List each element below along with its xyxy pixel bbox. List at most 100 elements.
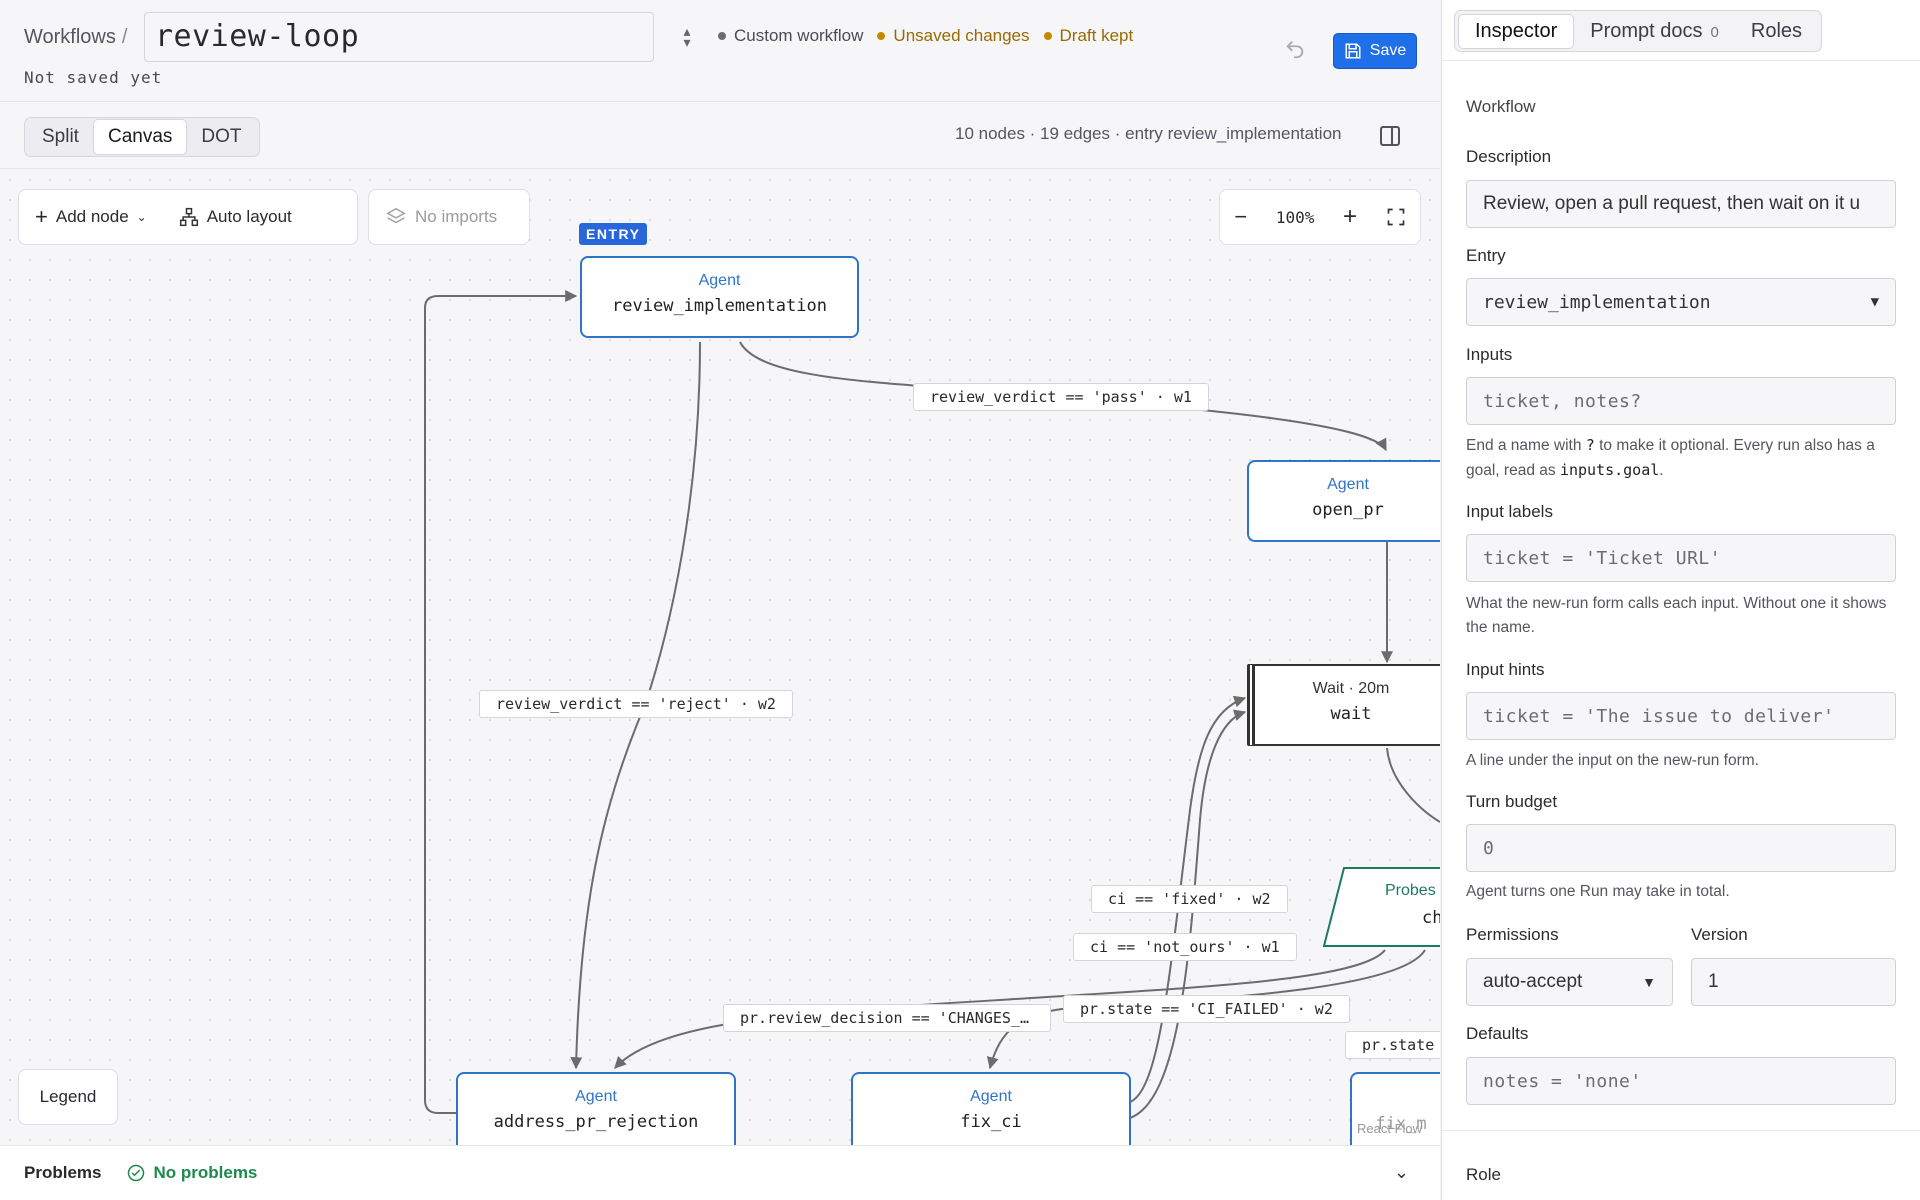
save-button-label: Save bbox=[1369, 42, 1407, 59]
tab-prompt-docs-label: Prompt docs bbox=[1590, 19, 1703, 42]
divider bbox=[1442, 60, 1920, 61]
save-state-text: Not saved yet bbox=[24, 68, 163, 87]
hint-text: . bbox=[1659, 462, 1664, 479]
entry-label: Entry bbox=[1466, 246, 1506, 265]
description-label: Description bbox=[1466, 147, 1552, 166]
legend-button[interactable]: Legend bbox=[18, 1069, 118, 1125]
problems-label: Problems bbox=[24, 1163, 102, 1182]
tab-prompt-docs[interactable]: Prompt docs 0 bbox=[1574, 15, 1735, 48]
add-node-button[interactable]: + Add node ⌄ bbox=[19, 204, 163, 229]
edge-label[interactable]: pr.state bbox=[1345, 1031, 1440, 1059]
input-labels-field[interactable]: ticket = 'Ticket URL' bbox=[1466, 534, 1896, 582]
workflow-status: Custom workflow Unsaved changes Draft ke… bbox=[718, 26, 1133, 46]
permissions-select-value: auto-accept bbox=[1483, 971, 1583, 992]
node-address-pr-rejection[interactable]: Agent address_pr_rejection bbox=[456, 1072, 736, 1145]
chevron-down-icon[interactable]: ⌄ bbox=[1394, 1162, 1409, 1183]
status-label: Draft kept bbox=[1059, 26, 1134, 45]
node-name: ch bbox=[1422, 908, 1440, 928]
status-label: Unsaved changes bbox=[893, 26, 1030, 45]
description-input[interactable]: Review, open a pull request, then wait o… bbox=[1466, 180, 1896, 228]
no-imports-label: No imports bbox=[415, 207, 498, 226]
edge-label[interactable]: ci == 'not_ours' · w1 bbox=[1073, 933, 1297, 961]
section-title: Workflow bbox=[1466, 97, 1536, 116]
node-kind: Agent bbox=[970, 1088, 1012, 1105]
version-label: Version bbox=[1691, 925, 1748, 944]
problems-status-label: No problems bbox=[153, 1163, 258, 1182]
turn-budget-label: Turn budget bbox=[1466, 792, 1558, 811]
fit-view-icon[interactable] bbox=[1386, 207, 1406, 227]
chevron-down-icon: ⌄ bbox=[136, 210, 147, 224]
view-split-tab[interactable]: Split bbox=[28, 120, 93, 154]
input-labels-label: Input labels bbox=[1466, 502, 1553, 521]
edge-label[interactable]: review_verdict == 'reject' · w2 bbox=[479, 690, 793, 718]
zoom-controls: − 100% + bbox=[1219, 189, 1421, 245]
node-name: fix_ci bbox=[960, 1112, 1022, 1132]
node-review-implementation[interactable]: Agent review_implementation bbox=[580, 256, 859, 338]
auto-layout-button[interactable]: Auto layout bbox=[163, 207, 308, 227]
turn-budget-hint: Agent turns one Run may take in total. bbox=[1466, 883, 1730, 900]
node-fix-ci[interactable]: Agent fix_ci bbox=[851, 1072, 1131, 1145]
layers-icon bbox=[386, 207, 406, 224]
permissions-select[interactable]: auto-accept ▼ bbox=[1466, 958, 1673, 1006]
zoom-out-icon[interactable]: − bbox=[1234, 204, 1247, 230]
entry-select-value: review_implementation bbox=[1483, 291, 1711, 313]
chevron-down-icon: ▼ bbox=[1870, 294, 1879, 310]
graph-summary: 10 nodes · 19 edges · entry review_imple… bbox=[955, 124, 1342, 143]
node-wait[interactable]: Wait · 20m wait bbox=[1247, 664, 1440, 746]
node-open-pr[interactable]: Agent open_pr bbox=[1247, 460, 1440, 542]
inputs-field[interactable]: ticket, notes? bbox=[1466, 377, 1896, 425]
status-label: Custom workflow bbox=[734, 26, 864, 45]
input-labels-hint: What the new-run form calls each input. … bbox=[1466, 595, 1887, 636]
undo-icon[interactable] bbox=[1284, 38, 1310, 64]
breadcrumb-separator: / bbox=[121, 26, 128, 48]
edge-label[interactable]: ci == 'fixed' · w2 bbox=[1091, 885, 1288, 913]
check-circle-icon bbox=[128, 1164, 145, 1182]
role-label: Role bbox=[1466, 1165, 1501, 1184]
node-kind: Agent bbox=[575, 1088, 617, 1105]
edge-label[interactable]: pr.state == 'CI_FAILED' · w2 bbox=[1063, 995, 1350, 1023]
view-dot-tab[interactable]: DOT bbox=[187, 120, 255, 154]
version-field[interactable]: 1 bbox=[1691, 958, 1896, 1006]
edge-fix-ci-to-wait-b[interactable] bbox=[1129, 709, 1247, 1119]
defaults-field[interactable]: notes = 'none' bbox=[1466, 1057, 1896, 1105]
workflow-name-input[interactable]: review-loop bbox=[144, 12, 654, 62]
node-kind: Probes bbox=[1385, 882, 1436, 899]
plus-icon: + bbox=[35, 204, 48, 229]
chevron-down-icon: ▼ bbox=[1642, 974, 1656, 990]
toggle-panel-icon[interactable] bbox=[1380, 126, 1400, 146]
status-custom-workflow: Custom workflow bbox=[718, 26, 863, 46]
zoom-in-icon[interactable]: + bbox=[1343, 203, 1357, 231]
edge-wait-to-probes[interactable] bbox=[1386, 747, 1440, 823]
node-probes[interactable] bbox=[1322, 866, 1440, 948]
inputs-label: Inputs bbox=[1466, 345, 1513, 364]
permissions-label: Permissions bbox=[1466, 925, 1559, 944]
edge-label[interactable]: review_verdict == 'pass' · w1 bbox=[913, 383, 1209, 411]
view-canvas-tab[interactable]: Canvas bbox=[92, 119, 188, 155]
prompt-docs-count: 0 bbox=[1710, 23, 1719, 41]
tab-roles[interactable]: Roles bbox=[1735, 15, 1818, 48]
turn-budget-field[interactable]: 0 bbox=[1466, 824, 1896, 872]
chevron-up-down-icon[interactable]: ▴ ▾ bbox=[678, 24, 696, 49]
defaults-label: Defaults bbox=[1466, 1024, 1529, 1043]
node-name: review_implementation bbox=[612, 296, 827, 316]
input-hints-label: Input hints bbox=[1466, 660, 1545, 679]
edge-label[interactable]: pr.review_decision == 'CHANGES_… bbox=[723, 1004, 1051, 1032]
imports-indicator: No imports bbox=[368, 189, 530, 245]
flow-canvas[interactable]: + Add node ⌄ Auto layout No imports − 10… bbox=[0, 170, 1440, 1145]
canvas-toolbar: + Add node ⌄ Auto layout bbox=[18, 189, 358, 245]
node-kind: Wait · 20m bbox=[1312, 680, 1390, 697]
entry-select[interactable]: review_implementation ▼ bbox=[1466, 278, 1896, 326]
sidebar-tabs: Inspector Prompt docs 0 Roles bbox=[1454, 10, 1823, 52]
save-button[interactable]: Save bbox=[1333, 33, 1417, 69]
react-flow-attribution[interactable]: React Flow bbox=[1357, 1121, 1422, 1136]
hint-code: ? bbox=[1585, 436, 1595, 454]
tab-inspector[interactable]: Inspector bbox=[1458, 13, 1575, 49]
node-kind: Agent bbox=[698, 272, 741, 289]
breadcrumb-workflows-link[interactable]: Workflows bbox=[24, 26, 116, 48]
node-kind: Agent bbox=[1327, 476, 1369, 493]
status-dot bbox=[718, 31, 726, 40]
input-hints-field[interactable]: ticket = 'The issue to deliver' bbox=[1466, 692, 1896, 740]
workflow-editor: Workflows / review-loop ▴ ▾ Custom workflo… bbox=[0, 0, 1440, 1200]
save-icon bbox=[1345, 43, 1361, 59]
node-name: address_pr_rejection bbox=[493, 1112, 699, 1132]
